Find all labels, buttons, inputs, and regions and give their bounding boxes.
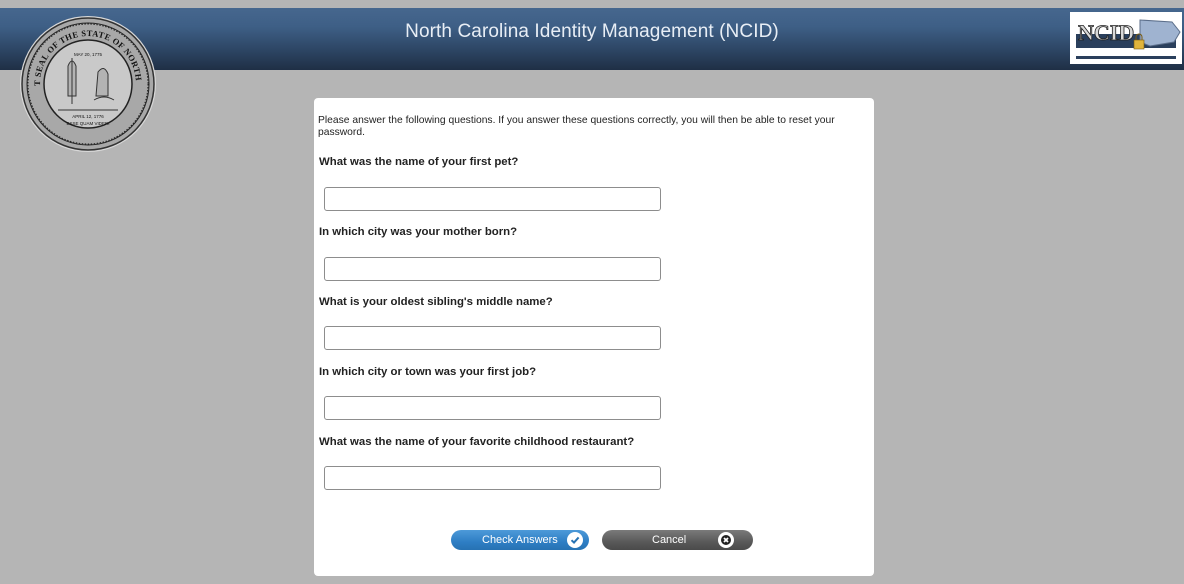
cancel-label: Cancel <box>652 534 687 546</box>
check-answers-button[interactable]: Check Answers <box>451 530 589 550</box>
answer-input-4[interactable] <box>324 396 661 420</box>
ncid-logo-icon: NCID <box>1070 12 1182 64</box>
instructions-text: Please answer the following questions. I… <box>318 115 835 138</box>
question-label-3: What is your oldest sibling's middle nam… <box>319 296 553 308</box>
svg-text:NCID: NCID <box>1078 20 1134 45</box>
security-questions-card: Please answer the following questions. I… <box>314 98 874 576</box>
svg-text:MAY 20, 1775: MAY 20, 1775 <box>74 52 103 57</box>
cancel-button[interactable]: Cancel <box>602 530 753 550</box>
svg-text:APRIL 12, 1776: APRIL 12, 1776 <box>72 114 104 119</box>
answer-input-3[interactable] <box>324 326 661 350</box>
check-icon <box>567 532 583 548</box>
answer-input-5[interactable] <box>324 466 661 490</box>
question-label-2: In which city was your mother born? <box>319 226 518 238</box>
page-header: North Carolina Identity Management (NCID… <box>0 8 1184 70</box>
svg-text:ESSE QUAM VIDERI: ESSE QUAM VIDERI <box>66 121 109 126</box>
answer-input-1[interactable] <box>324 187 661 211</box>
question-label-5: What was the name of your favorite child… <box>319 436 635 448</box>
answer-input-2[interactable] <box>324 257 661 281</box>
close-icon <box>718 532 734 548</box>
page-title: North Carolina Identity Management (NCID… <box>405 21 779 42</box>
check-answers-label: Check Answers <box>482 534 558 546</box>
question-label-4: In which city or town was your first job… <box>319 366 537 378</box>
question-label-1: What was the name of your first pet? <box>319 156 519 168</box>
state-seal-icon: THE GREAT SEAL OF THE STATE OF NORTH CAR… <box>18 14 156 152</box>
